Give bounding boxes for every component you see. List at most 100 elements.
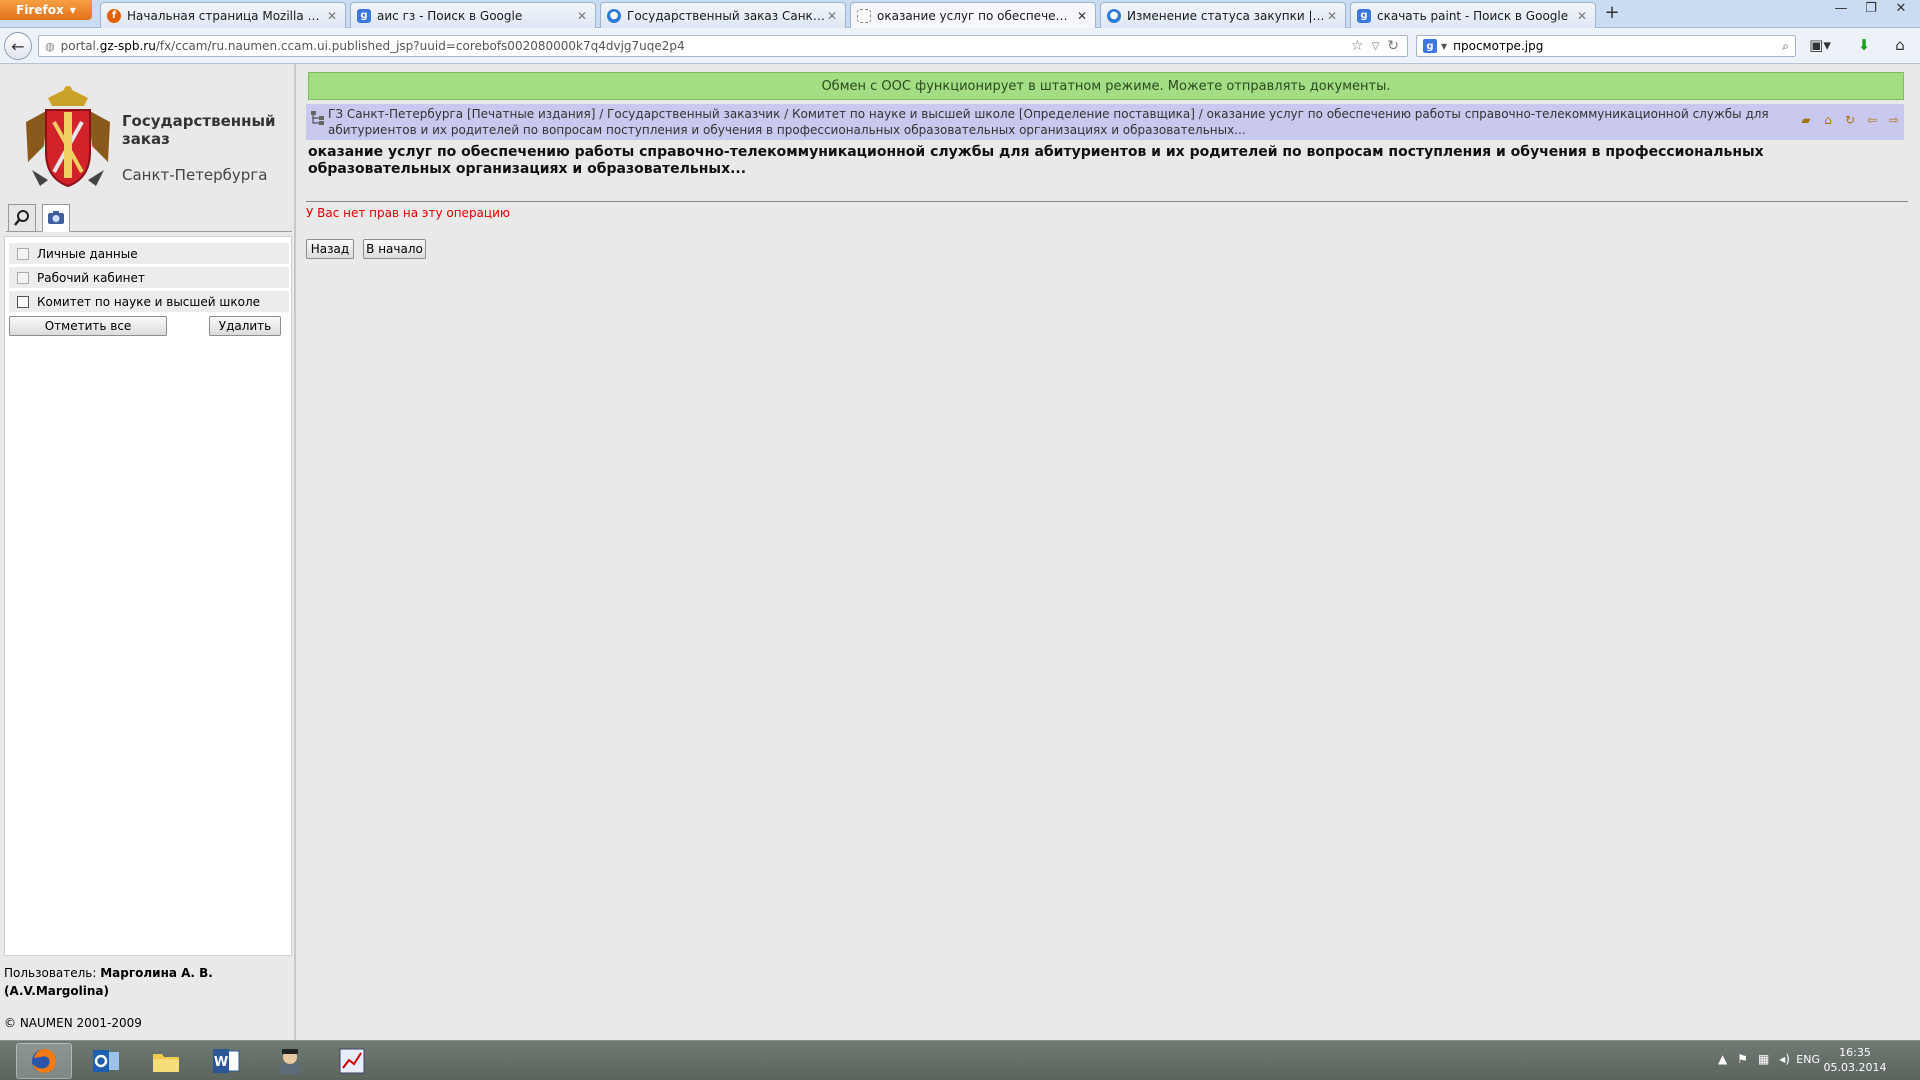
- tab-label: Государственный заказ Санкт-Пете...: [627, 8, 825, 23]
- user-prefix: Пользователь:: [4, 966, 101, 980]
- svg-text:W: W: [214, 1055, 228, 1070]
- home-icon[interactable]: ⌂: [1888, 36, 1912, 56]
- breadcrumb-tools: ▰ ⌂ ↻ ⇦ ⇨: [1798, 112, 1902, 128]
- taskbar-outlook[interactable]: [78, 1043, 134, 1079]
- error-message: У Вас нет прав на эту операцию: [306, 206, 510, 220]
- google-icon: g: [1357, 8, 1371, 23]
- tree-structure-icon: [311, 111, 324, 125]
- folder-icon: [153, 1054, 179, 1072]
- search-input[interactable]: [1453, 39, 1783, 53]
- taskbar-word[interactable]: W: [198, 1043, 254, 1079]
- tab-firefox-home[interactable]: f Начальная страница Mozilla Firefox ✕: [100, 2, 346, 28]
- brand-block: Государственный заказ Санкт-Петербурга: [14, 82, 284, 192]
- camera-icon: [48, 211, 64, 224]
- divider: [306, 201, 1908, 202]
- reload-icon[interactable]: ↻: [1387, 38, 1399, 56]
- breadcrumb: ГЗ Санкт-Петербурга [Печатные издания] /…: [306, 104, 1904, 140]
- clock-time: 16:35: [1839, 1046, 1871, 1059]
- to-start-button[interactable]: В начало: [363, 239, 426, 259]
- google-icon: g: [357, 8, 371, 23]
- network-icon[interactable]: ▦: [1758, 1052, 1769, 1066]
- sidebar-item-personal-data[interactable]: Личные данные: [9, 243, 289, 265]
- close-icon[interactable]: ✕: [575, 9, 589, 23]
- close-icon[interactable]: ✕: [1325, 9, 1339, 23]
- firefox-icon: [32, 1048, 56, 1073]
- checkbox[interactable]: [17, 295, 29, 308]
- brand-subtitle: Санкт-Петербурга: [122, 166, 268, 184]
- breadcrumb-path[interactable]: ГЗ Санкт-Петербурга [Печатные издания] /…: [328, 106, 1828, 138]
- taskbar-firefox[interactable]: [16, 1043, 72, 1079]
- search-box[interactable]: g ▼ ⌕: [1416, 35, 1796, 57]
- status-banner: Обмен с ООС функционирует в штатном режи…: [308, 72, 1904, 100]
- globe-icon: ●: [607, 8, 621, 23]
- url-host: gz-spb.ru: [99, 39, 156, 53]
- tab-google-search-ais[interactable]: g аис гз - Поиск в Google ✕: [350, 2, 596, 28]
- restore-icon[interactable]: ❐: [1856, 0, 1886, 22]
- dropdown-arrow-icon[interactable]: ▽: [1372, 38, 1380, 56]
- close-window-icon[interactable]: ✕: [1886, 0, 1916, 22]
- close-icon[interactable]: ✕: [1075, 9, 1089, 23]
- sidebar-item-label: Комитет по науке и высшей школе: [37, 294, 260, 309]
- checkbox[interactable]: [17, 271, 29, 284]
- show-hidden-icons-icon[interactable]: ▲: [1718, 1052, 1727, 1066]
- sidebar-item-science-committee[interactable]: Комитет по науке и высшей школе: [9, 291, 289, 313]
- bookmark-star-icon[interactable]: ☆: [1351, 38, 1364, 56]
- tab-label: Изменение статуса закупки | HelpD...: [1127, 8, 1325, 23]
- copyright: © NAUMEN 2001-2009: [4, 1016, 142, 1030]
- tab-label: аис гз - Поиск в Google: [377, 8, 523, 23]
- bookmarks-menu-icon[interactable]: ▣▾: [1808, 36, 1832, 56]
- new-tab-button[interactable]: +: [1600, 3, 1624, 25]
- checkbox[interactable]: [17, 247, 29, 260]
- chevron-down-icon: ▼: [69, 5, 76, 15]
- back-button[interactable]: ←: [4, 32, 32, 60]
- outlook-icon: [93, 1050, 119, 1072]
- arrow-left-icon: ←: [11, 36, 25, 56]
- arrow-right-icon[interactable]: ⇨: [1886, 112, 1902, 128]
- home-icon[interactable]: ⌂: [1820, 112, 1836, 128]
- folder-icon[interactable]: ▰: [1798, 112, 1814, 128]
- close-icon[interactable]: ✕: [1575, 9, 1589, 23]
- search-icon[interactable]: ⌕: [1782, 39, 1789, 54]
- taskbar-app-chart[interactable]: [324, 1043, 380, 1079]
- tab-helpdesk[interactable]: ● Изменение статуса закупки | HelpD... ✕: [1100, 2, 1346, 28]
- browser-tab-strip: Firefox ▼ f Начальная страница Mozilla F…: [0, 0, 1920, 29]
- minimize-icon[interactable]: —: [1826, 0, 1856, 22]
- current-user: Пользователь: Марголина А. В. (A.V.Margo…: [4, 964, 294, 1000]
- firefox-menu-button[interactable]: Firefox ▼: [0, 0, 92, 20]
- select-all-button[interactable]: Отметить все: [9, 316, 167, 336]
- taskbar-explorer[interactable]: [138, 1043, 194, 1079]
- delete-button[interactable]: Удалить: [209, 316, 281, 336]
- download-icon[interactable]: ⬇: [1852, 36, 1876, 56]
- clock-date: 05.03.2014: [1823, 1061, 1887, 1074]
- st-petersburg-coat-of-arms-icon: [26, 86, 110, 188]
- url-path: /fx/ccam/ru.naumen.ccam.ui.published_jsp…: [155, 39, 685, 53]
- taskbar-app-avatar[interactable]: [262, 1043, 318, 1079]
- tab-google-search-paint[interactable]: g скачать paint - Поиск в Google ✕: [1350, 2, 1596, 28]
- sidebar-tree-panel: Личные данные Рабочий кабинет Комитет по…: [4, 236, 292, 956]
- sidebar-tool-tabs: [6, 204, 292, 232]
- tab-current-page[interactable]: оказание услуг по обеспечению ра... ✕: [850, 2, 1096, 29]
- refresh-icon[interactable]: ↻: [1842, 112, 1858, 128]
- chevron-down-icon[interactable]: ▼: [1441, 42, 1447, 51]
- tab-label: скачать paint - Поиск в Google: [1377, 8, 1569, 23]
- close-icon[interactable]: ✕: [325, 9, 339, 23]
- url-bar[interactable]: ◍ portal. gz-spb.ru/fx/ccam/ru.naumen.cca…: [38, 35, 1408, 57]
- back-nav-button[interactable]: Назад: [306, 239, 354, 259]
- system-tray: ▲ ⚑ ▦ ◂): [1718, 1052, 1790, 1066]
- arrow-left-icon[interactable]: ⇦: [1864, 112, 1880, 128]
- sidebar-item-label: Рабочий кабинет: [37, 270, 145, 285]
- clock[interactable]: 16:35 05.03.2014: [1810, 1045, 1900, 1075]
- action-center-flag-icon[interactable]: ⚑: [1737, 1052, 1748, 1066]
- tab-navigator[interactable]: [42, 204, 70, 232]
- volume-icon[interactable]: ◂): [1779, 1052, 1790, 1066]
- tab-gz-spb[interactable]: ● Государственный заказ Санкт-Пете... ✕: [600, 2, 846, 28]
- close-icon[interactable]: ✕: [825, 9, 839, 23]
- windows-taskbar: W ▲ ⚑ ▦ ◂) ENG 16:35 05.03.2014: [0, 1040, 1920, 1080]
- browser-nav-bar: ← ◍ portal. gz-spb.ru/fx/ccam/ru.naumen.c…: [0, 28, 1920, 64]
- sidebar-item-workspace[interactable]: Рабочий кабинет: [9, 267, 289, 289]
- tab-search[interactable]: [8, 204, 36, 232]
- globe-icon: ◍: [45, 39, 55, 53]
- word-icon: W: [213, 1049, 240, 1073]
- brand-title: Государственный заказ: [122, 112, 276, 148]
- tab-label: оказание услуг по обеспечению ра...: [877, 9, 1075, 23]
